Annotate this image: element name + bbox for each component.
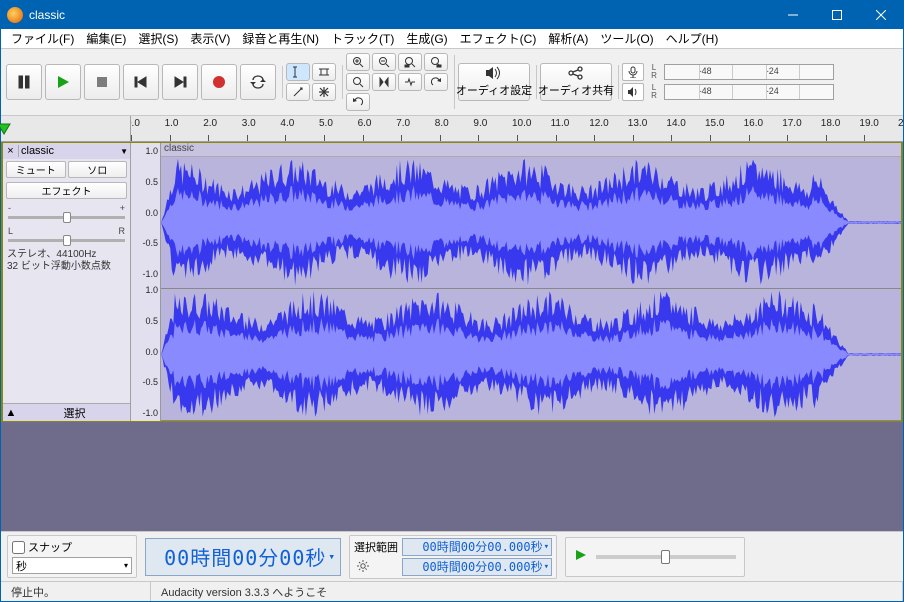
minimize-button[interactable] [771, 1, 815, 29]
loop-button[interactable] [240, 64, 276, 100]
pan-slider[interactable]: LR [3, 224, 130, 247]
record-button[interactable] [201, 64, 237, 100]
menu-edit[interactable]: 編集(E) [80, 29, 132, 48]
track: × classic ▼ ミュート ソロ エフェクト -+ [1, 142, 903, 422]
timeline-ruler[interactable]: 0.01.02.03.04.05.06.07.08.09.010.011.012… [131, 116, 903, 141]
selection-settings-button[interactable] [354, 557, 372, 575]
envelope-tool[interactable] [312, 63, 336, 81]
tracks-empty-area[interactable] [1, 422, 903, 531]
chevron-down-icon: ▾ [328, 550, 336, 563]
selection-end-time[interactable]: 00時間00分00.000秒▾ [402, 558, 552, 576]
track-select-button[interactable]: 選択 [19, 405, 130, 421]
solo-button[interactable]: ソロ [68, 161, 128, 178]
time-display[interactable]: 00時間00分00秒▾ [145, 538, 341, 576]
selection-label: 選択範囲 [354, 539, 398, 555]
play-at-speed-panel [565, 537, 745, 577]
playback-speed-slider[interactable] [596, 555, 736, 559]
menu-tracks[interactable]: トラック(T) [325, 29, 400, 48]
menu-tools[interactable]: ツール(O) [594, 29, 659, 48]
play-meter-button[interactable] [622, 83, 644, 101]
silence-button[interactable] [398, 73, 422, 91]
share-audio-button[interactable]: オーディオ共有 [540, 63, 612, 101]
stop-button[interactable] [84, 64, 120, 100]
clip-name[interactable]: classic [161, 143, 901, 157]
track-menu-button[interactable]: classic ▼ [19, 145, 130, 157]
track-collapse-button[interactable]: ▲ [3, 407, 19, 419]
waveform-left[interactable] [161, 157, 901, 289]
status-message: Audacity version 3.3.3 へようこそ [151, 582, 903, 601]
app-icon [7, 7, 23, 23]
zoom-toggle-button[interactable] [346, 73, 370, 91]
menu-analyze[interactable]: 解析(A) [542, 29, 594, 48]
menu-effect[interactable]: エフェクト(C) [454, 29, 543, 48]
snap-panel: スナップ 秒 ▾ [7, 535, 137, 578]
draw-tool[interactable] [286, 83, 310, 101]
menu-bar: ファイル(F) 編集(E) 選択(S) 表示(V) 録音と再生(N) トラック(… [1, 29, 903, 49]
effects-button[interactable]: エフェクト [6, 182, 127, 199]
speaker-icon [627, 86, 639, 98]
play-button[interactable] [45, 64, 81, 100]
gain-slider[interactable]: -+ [3, 201, 130, 224]
app-window: classic ファイル(F) 編集(E) 選択(S) 表示(V) 録音と再生(… [0, 0, 904, 602]
zoom-in-button[interactable] [346, 53, 370, 71]
selection-panel: 選択範囲 00時間00分00.000秒▾ 00時間00分00.000秒▾ [349, 535, 557, 579]
titlebar: classic [1, 1, 903, 29]
fit-project-button[interactable] [424, 53, 448, 71]
pause-button[interactable] [6, 64, 42, 100]
status-state: 停止中。 [1, 582, 151, 601]
chevron-down-icon: ▼ [120, 147, 128, 156]
menu-transport[interactable]: 録音と再生(N) [236, 29, 325, 48]
skip-end-button[interactable] [162, 64, 198, 100]
track-close-button[interactable]: × [3, 145, 19, 157]
play-meter[interactable]: -48 -24 [664, 84, 834, 100]
toolbar: オーディオ設定 オーディオ共有 LR -48 -24 [1, 49, 903, 116]
timeline: 0.01.02.03.04.05.06.07.08.09.010.011.012… [1, 116, 903, 142]
close-button[interactable] [859, 1, 903, 29]
track-control-panel: × classic ▼ ミュート ソロ エフェクト -+ [3, 143, 131, 421]
tracks-area: × classic ▼ ミュート ソロ エフェクト -+ [1, 142, 903, 531]
menu-file[interactable]: ファイル(F) [5, 29, 80, 48]
chevron-down-icon: ▾ [124, 561, 128, 570]
window-title: classic [29, 8, 65, 22]
snap-checkbox[interactable] [12, 541, 25, 554]
gear-icon [356, 559, 370, 573]
zoom-out-button[interactable] [372, 53, 396, 71]
play-at-speed-button[interactable] [574, 548, 588, 565]
multi-tool[interactable] [312, 83, 336, 101]
menu-help[interactable]: ヘルプ(H) [660, 29, 725, 48]
record-meter[interactable]: -48 -24 [664, 64, 834, 80]
bottom-toolbar: スナップ 秒 ▾ 00時間00分00秒▾ 選択範囲 00時間00分00.000秒… [1, 531, 903, 581]
redo-button[interactable] [424, 73, 448, 91]
menu-generate[interactable]: 生成(G) [400, 29, 453, 48]
menu-view[interactable]: 表示(V) [184, 29, 236, 48]
microphone-icon [627, 66, 639, 78]
playhead-marker-icon[interactable] [0, 122, 12, 136]
waveform-right[interactable] [161, 289, 901, 421]
trim-button[interactable] [372, 73, 396, 91]
skip-start-button[interactable] [123, 64, 159, 100]
amplitude-ruler[interactable]: 1.00.50.0-0.5-1.01.00.50.0-0.5-1.0 [131, 143, 161, 421]
track-format-info: ステレオ、44100Hz 32 ビット浮動小数点数 [3, 247, 130, 275]
snap-label: スナップ [28, 539, 72, 555]
record-meter-button[interactable] [622, 63, 644, 81]
menu-select[interactable]: 選択(S) [132, 29, 184, 48]
selection-start-time[interactable]: 00時間00分00.000秒▾ [402, 538, 552, 556]
speaker-icon [485, 66, 503, 80]
fit-selection-button[interactable] [398, 53, 422, 71]
selection-tool[interactable] [286, 63, 310, 81]
status-bar: 停止中。 Audacity version 3.3.3 へようこそ [1, 581, 903, 601]
snap-unit-select[interactable]: 秒 ▾ [12, 557, 132, 574]
audio-setup-button[interactable]: オーディオ設定 [458, 63, 530, 101]
maximize-button[interactable] [815, 1, 859, 29]
share-icon [567, 66, 585, 80]
undo-button[interactable] [346, 93, 370, 111]
mute-button[interactable]: ミュート [6, 161, 66, 178]
